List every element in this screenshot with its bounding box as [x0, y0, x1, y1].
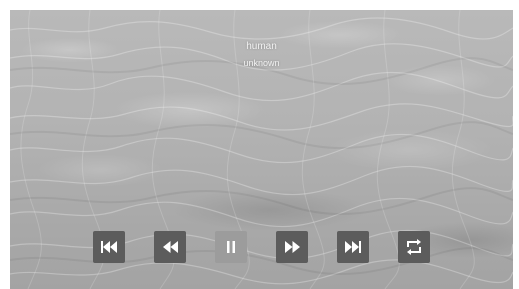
track-artist: unknown — [243, 58, 280, 68]
repeat-button[interactable] — [398, 231, 430, 263]
skip-previous-icon — [101, 241, 117, 253]
media-player-screen: human unknown — [10, 10, 513, 289]
repeat-icon — [407, 239, 421, 255]
pause-button[interactable] — [215, 231, 247, 263]
rewind-icon — [162, 241, 178, 253]
fast-forward-icon — [284, 241, 300, 253]
skip-next-button[interactable] — [337, 231, 369, 263]
pause-icon — [227, 241, 235, 253]
rewind-button[interactable] — [154, 231, 186, 263]
skip-previous-button[interactable] — [93, 231, 125, 263]
skip-next-icon — [345, 241, 361, 253]
track-title: human — [246, 41, 277, 52]
track-info: human unknown — [10, 40, 513, 70]
fast-forward-button[interactable] — [276, 231, 308, 263]
